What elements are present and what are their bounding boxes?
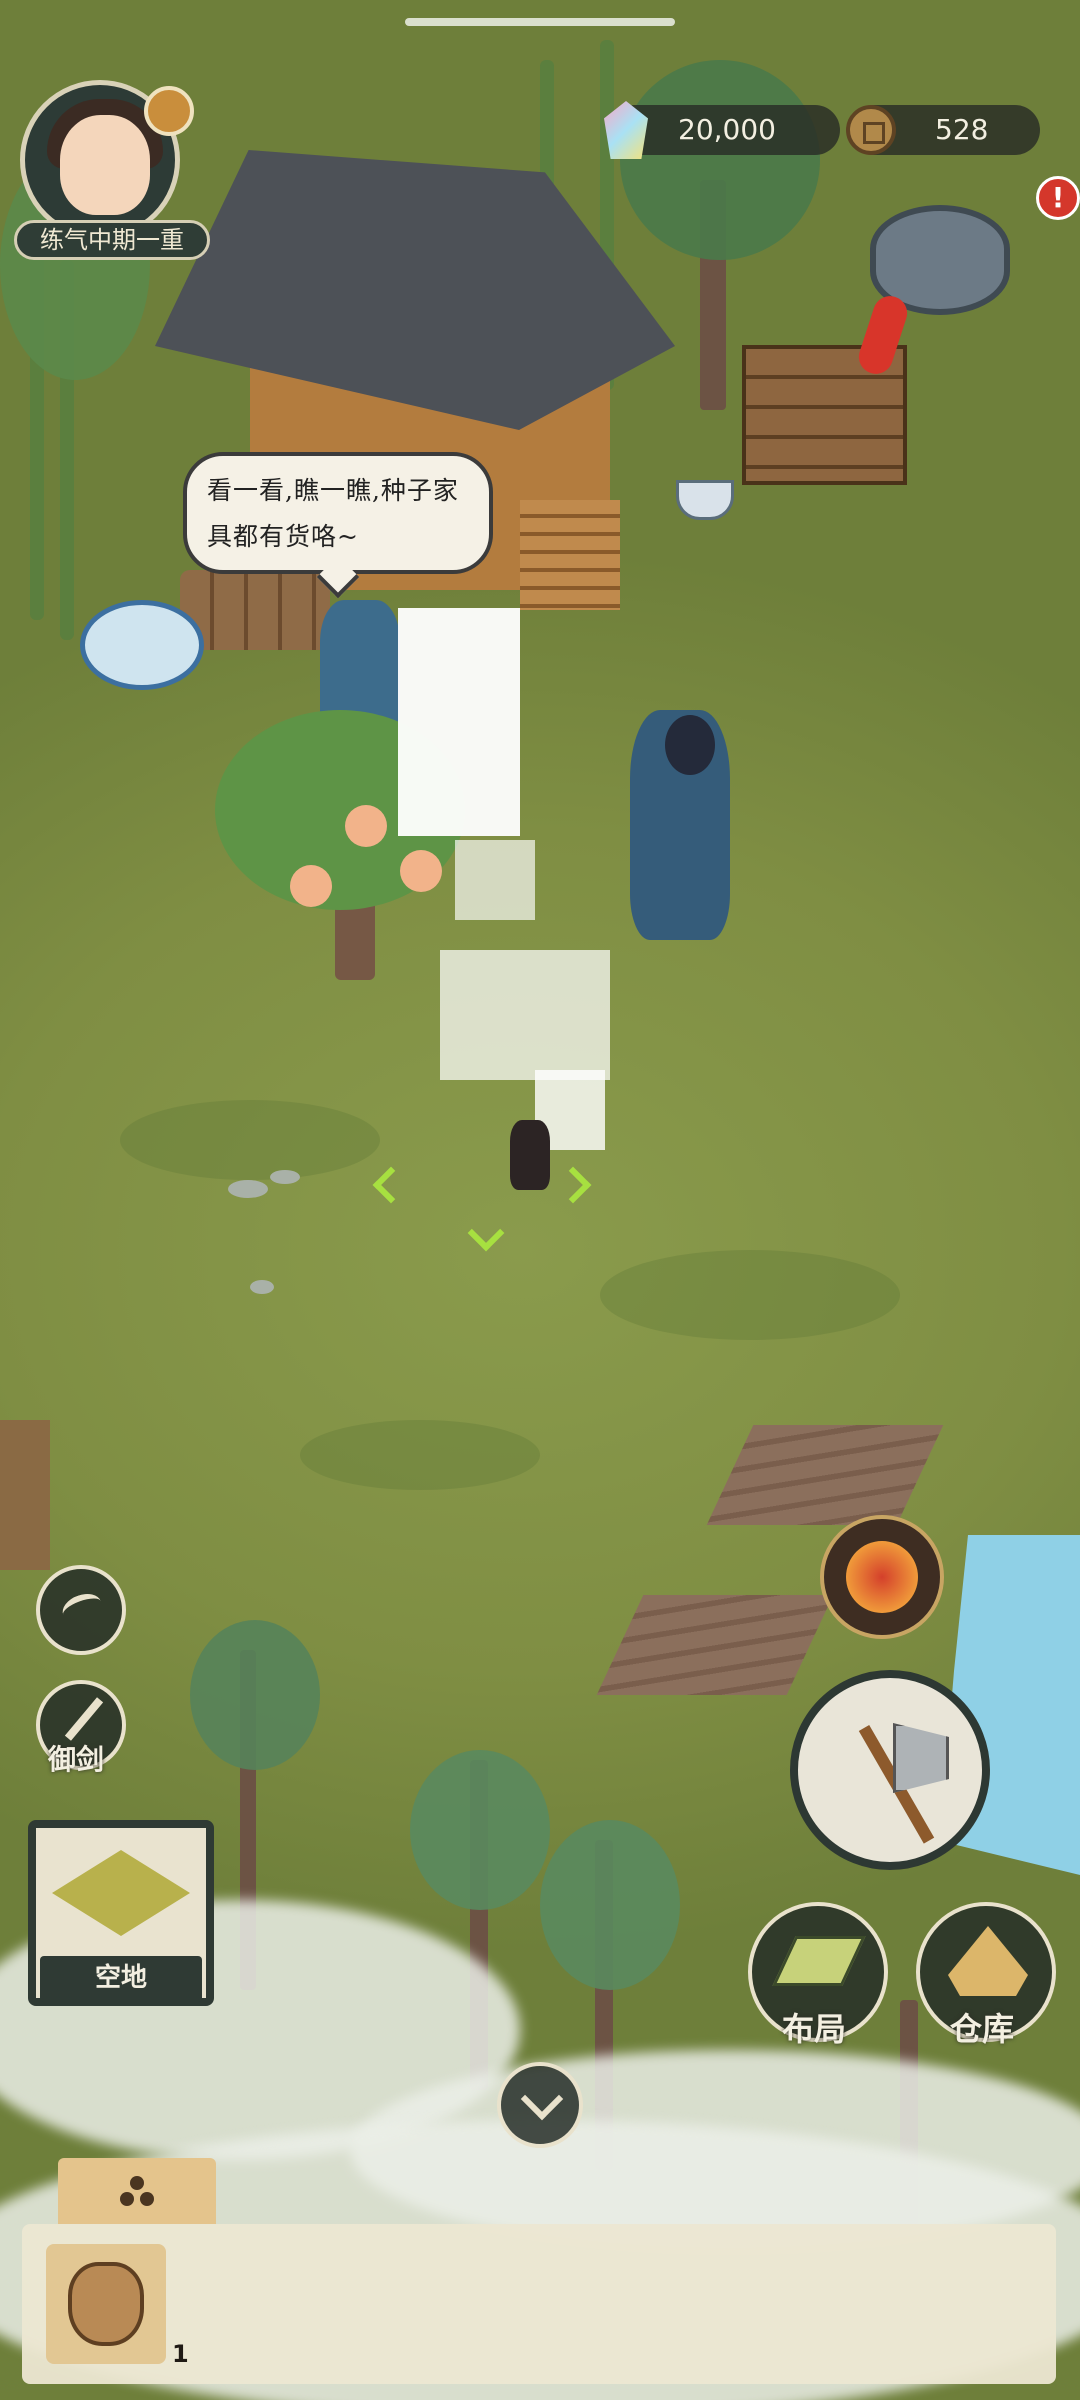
hut-edge [0, 1420, 50, 1570]
obscured-region [440, 950, 610, 1080]
inventory-tab[interactable] [58, 2158, 216, 2224]
stone [250, 1280, 274, 1294]
item-category-icon [120, 2176, 154, 2206]
player-avatar[interactable]: 练气中期一重 [14, 80, 210, 260]
grass-patch [120, 1100, 380, 1180]
sword-flight-label: 御剑 [48, 1743, 105, 1776]
pavilion-roof [155, 150, 675, 430]
swordsman-hair [665, 715, 715, 775]
player-character[interactable] [510, 1120, 550, 1190]
collapse-button[interactable] [497, 2062, 583, 2148]
move-down-icon[interactable] [467, 1214, 505, 1252]
pine-leaves [620, 60, 820, 260]
seed-bag-icon [68, 2262, 144, 2346]
warehouse-label: 仓库 [950, 2010, 1015, 2048]
farm-plot[interactable] [596, 1595, 834, 1695]
farm-plot[interactable] [706, 1425, 944, 1525]
sword-icon [64, 1697, 104, 1741]
copper-coin-icon [846, 105, 896, 155]
avatar-face [60, 115, 150, 215]
fire-skill-button[interactable] [820, 1515, 944, 1639]
stone [270, 1170, 300, 1184]
coin-amount: 528 [935, 113, 989, 146]
item-count: 1 [172, 2340, 189, 2368]
layout-label: 布局 [782, 2010, 847, 2048]
move-right-icon[interactable] [554, 1166, 592, 1204]
empty-land-icon [52, 1850, 190, 1936]
peach-fruit[interactable] [400, 850, 442, 892]
selected-tile-label: 空地 [40, 1956, 202, 2002]
peach-fruit[interactable] [290, 865, 332, 907]
leaf-skill-button[interactable] [36, 1565, 126, 1655]
npc-speech-bubble: 看一看,瞧一瞧,种子家具都有货咯~ [183, 452, 493, 574]
coin-counter[interactable]: 528 [846, 105, 1040, 155]
spirit-stone-amount: 20,000 [678, 113, 776, 146]
pine-leaves [190, 1620, 320, 1770]
cultivation-rank: 练气中期一重 [14, 220, 210, 260]
fish-bowl[interactable] [80, 600, 204, 690]
pine-leaves [540, 1820, 680, 1990]
chop-axe-button[interactable] [790, 1670, 990, 1870]
stone [228, 1180, 268, 1198]
game-world[interactable] [0, 0, 1080, 2400]
chevron-down-icon [520, 2077, 564, 2121]
top-pull-indicator[interactable] [405, 18, 675, 26]
pine-leaves [410, 1750, 550, 1910]
move-left-icon[interactable] [372, 1166, 410, 1204]
obscured-region [398, 608, 520, 836]
pavilion-stairs [520, 500, 620, 610]
cultivation-badge-icon[interactable] [144, 86, 194, 136]
obscured-region [455, 840, 535, 920]
grass-patch [600, 1250, 900, 1340]
inventory-bar: 1 [22, 2224, 1056, 2384]
inventory-slot[interactable]: 1 [46, 2244, 189, 2368]
leaf-icon [58, 1588, 106, 1628]
peach-fruit[interactable] [345, 805, 387, 847]
warehouse-hut-icon [948, 1926, 1028, 1996]
grass-patch [300, 1420, 540, 1490]
notification-alert-icon[interactable]: ! [1036, 176, 1080, 220]
layout-grid-icon [772, 1936, 866, 1986]
spirit-stone-counter[interactable]: 20,000 [604, 101, 840, 159]
selected-tile-card[interactable]: 空地 [28, 1820, 214, 2006]
plant-pot[interactable] [676, 480, 734, 520]
axe-icon [893, 1723, 949, 1793]
fire-spirit-icon [846, 1541, 918, 1613]
